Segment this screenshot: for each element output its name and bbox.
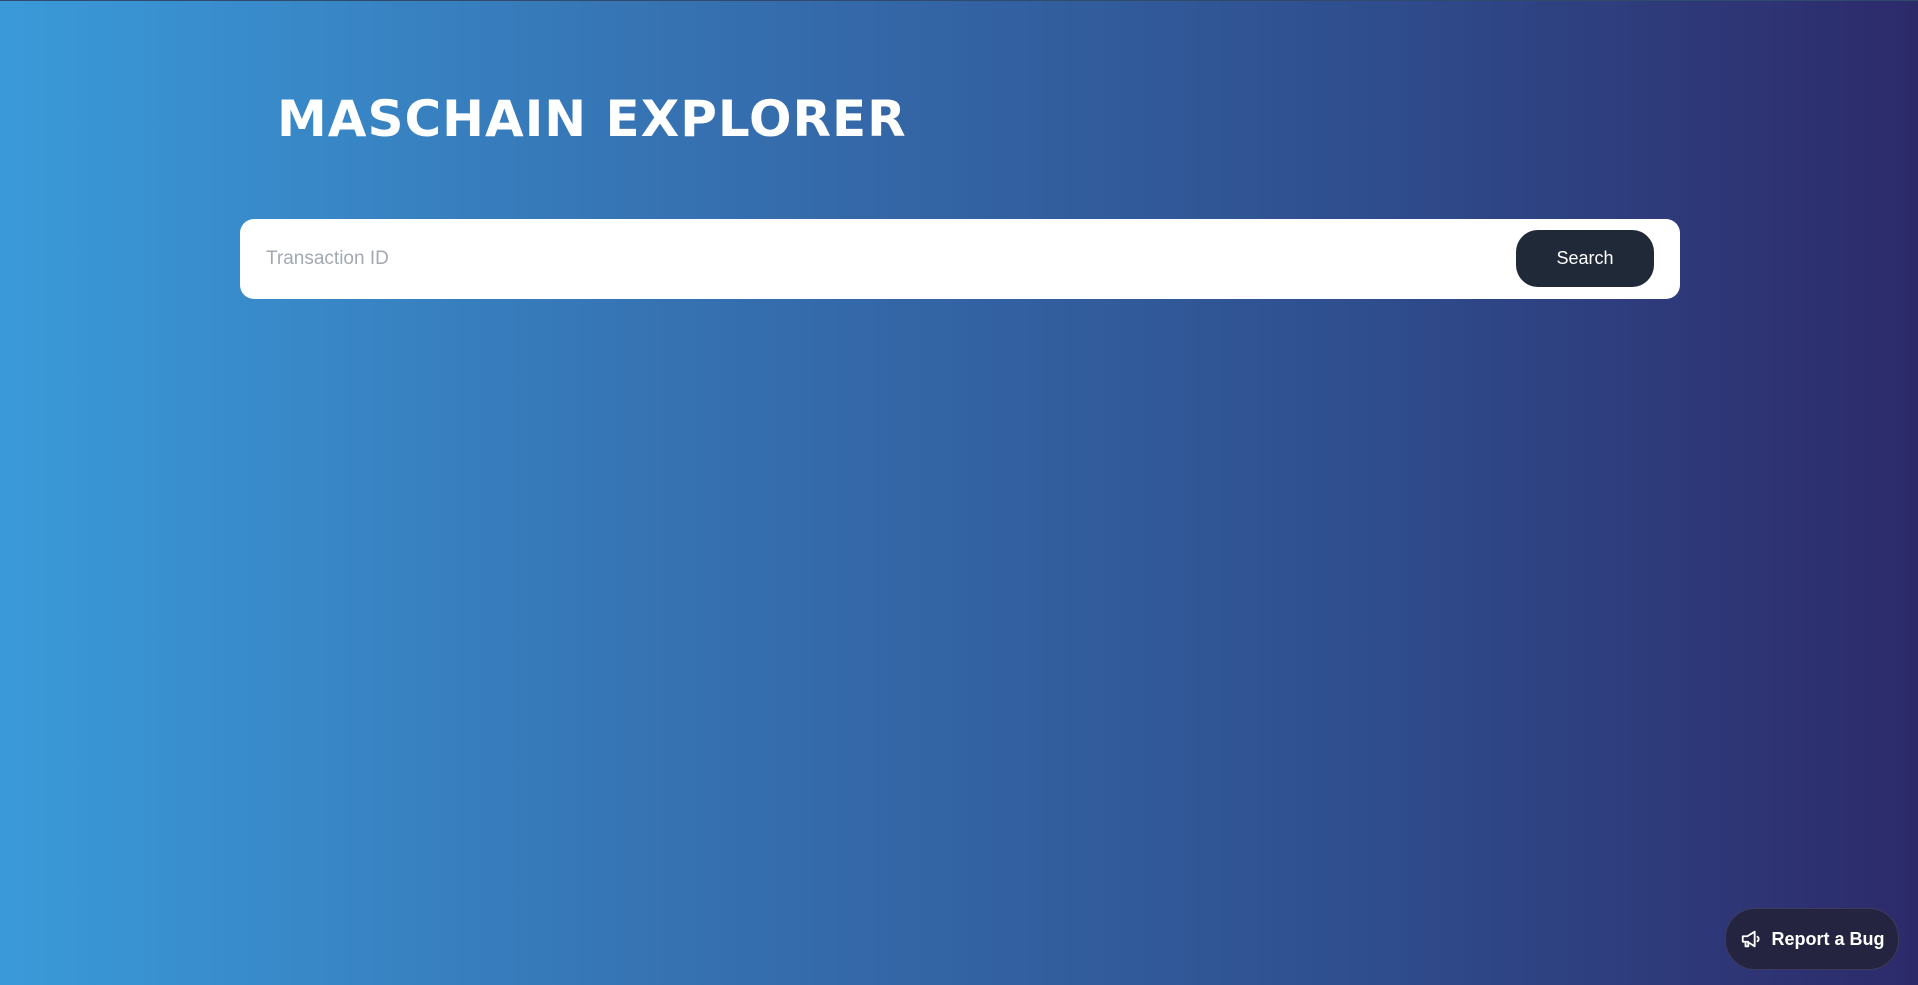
top-border (0, 0, 1918, 1)
report-bug-button[interactable]: Report a Bug (1725, 908, 1899, 970)
search-button[interactable]: Search (1516, 230, 1654, 287)
transaction-id-input[interactable] (264, 239, 1488, 279)
search-bar: Search (240, 219, 1680, 299)
megaphone-icon (1739, 927, 1763, 951)
report-bug-label: Report a Bug (1771, 928, 1885, 949)
page-title: MASCHAIN EXPLORER (277, 90, 907, 148)
